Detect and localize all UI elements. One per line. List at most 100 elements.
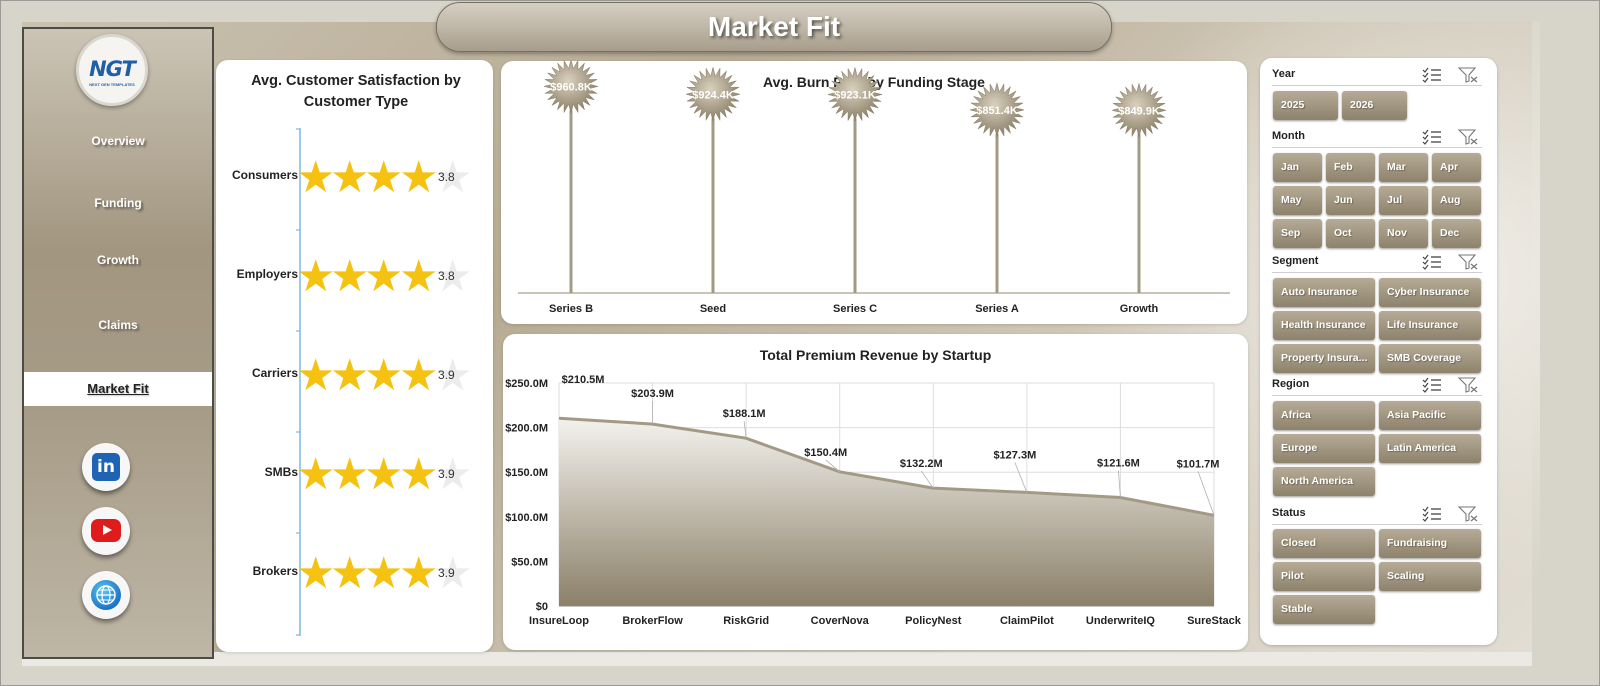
website-button[interactable] <box>82 571 130 619</box>
slicer-option[interactable]: Nov <box>1379 219 1428 248</box>
burn-category-label: Seed <box>700 303 726 315</box>
slicer-option[interactable]: Fundraising <box>1379 529 1481 558</box>
ngt-logo[interactable]: NGT NEXT GEN TEMPLATES <box>76 34 148 106</box>
slicer-option[interactable]: Dec <box>1432 219 1481 248</box>
globe-icon <box>91 580 121 610</box>
slicer-header: Region <box>1272 374 1482 396</box>
nav-growth[interactable]: Growth <box>24 243 212 277</box>
slicer-header: Segment <box>1272 251 1482 273</box>
clear-filter-icon[interactable] <box>1457 506 1478 522</box>
rating-value: 3.9 <box>438 467 455 481</box>
slicer-option[interactable]: Jan <box>1273 153 1322 182</box>
page-title: Market Fit <box>707 11 841 42</box>
clear-filter-icon[interactable] <box>1457 377 1478 393</box>
burn-category-label: Series B <box>549 303 593 315</box>
revenue-category-label: ClaimPilot <box>1000 615 1054 627</box>
slicer-option[interactable]: SMB Coverage <box>1379 344 1481 373</box>
slicer-option[interactable]: Closed <box>1273 529 1375 558</box>
burn-data-label: $851.4K <box>976 105 1018 117</box>
burn-category-label: Series A <box>975 303 1019 315</box>
burn-data-label: $924.4K <box>692 89 734 101</box>
nav-claims[interactable]: Claims <box>24 308 212 342</box>
revenue-card: Total Premium Revenue by Startup $0 $50.0… <box>503 334 1248 650</box>
revenue-data-label: $101.7M <box>1177 458 1220 470</box>
rating-value: 3.9 <box>438 368 455 382</box>
slicer-label: Segment <box>1272 255 1319 267</box>
slicer-option[interactable]: Sep <box>1273 219 1322 248</box>
multi-select-icon[interactable] <box>1422 254 1442 270</box>
slicer-option[interactable]: Mar <box>1379 153 1428 182</box>
burn-category-label: Series C <box>833 303 877 315</box>
rating-row: Employers ★ ★ ★ ★ ★ 3.8 <box>216 254 496 304</box>
youtube-icon <box>91 519 121 542</box>
burn-rate-chart: $960.8K Series B $924.4K Seed $923.1K Series … <box>518 61 1230 315</box>
leader-line <box>1197 471 1215 516</box>
slicer-option[interactable]: Asia Pacific <box>1379 401 1481 430</box>
slicer-header: Month <box>1272 126 1482 148</box>
nav-funding[interactable]: Funding <box>24 186 212 220</box>
slicer-option[interactable]: Pilot <box>1273 562 1375 591</box>
nav-market-fit[interactable]: Market Fit <box>24 372 212 406</box>
star-icon: ★ <box>364 251 404 302</box>
burn-data-label: $960.8K <box>550 81 592 93</box>
slicer-option[interactable]: Property Insura... <box>1273 344 1375 373</box>
bottom-band <box>22 652 1532 666</box>
burn-category-label: Growth <box>1120 303 1159 315</box>
slicer-label: Year <box>1272 68 1296 80</box>
title-banner: Market Fit <box>436 2 1112 52</box>
sidebar: NGT NEXT GEN TEMPLATES Overview Funding … <box>22 27 214 659</box>
rating-value: 3.8 <box>438 170 455 184</box>
slicer-option[interactable]: Jul <box>1379 186 1428 215</box>
slicer-option[interactable]: Africa <box>1273 401 1375 430</box>
rating-value: 3.8 <box>438 269 455 283</box>
slicer-option[interactable]: Apr <box>1432 153 1481 182</box>
slicer-option[interactable]: Oct <box>1326 219 1375 248</box>
slicer-option[interactable]: Life Insurance <box>1379 311 1481 340</box>
rating-row: SMBs ★ ★ ★ ★ ★ 3.9 <box>216 452 496 502</box>
satisfaction-title: Avg. Customer Satisfaction by Customer T… <box>251 73 461 110</box>
clear-filter-icon[interactable] <box>1457 129 1478 145</box>
slicer-option[interactable]: Feb <box>1326 153 1375 182</box>
multi-select-icon[interactable] <box>1422 506 1442 522</box>
slicer-option[interactable]: Latin America <box>1379 434 1481 463</box>
y-tick-label: $100.0M <box>505 512 548 524</box>
clear-filter-icon[interactable] <box>1457 67 1478 83</box>
rating-label: Brokers <box>252 564 298 578</box>
revenue-category-label: BrokerFlow <box>622 615 683 627</box>
slicer-label: Status <box>1272 507 1306 519</box>
slicer-option[interactable]: Cyber Insurance <box>1379 278 1481 307</box>
slicer-option[interactable]: Europe <box>1273 434 1375 463</box>
revenue-data-label: $121.6M <box>1097 458 1140 470</box>
multi-select-icon[interactable] <box>1422 377 1442 393</box>
revenue-category-label: UnderwriteIQ <box>1086 615 1156 627</box>
youtube-button[interactable] <box>82 507 130 555</box>
y-tick-label: $200.0M <box>505 423 548 435</box>
slicer-option[interactable]: Scaling <box>1379 562 1481 591</box>
slicer-option[interactable]: May <box>1273 186 1322 215</box>
revenue-category-label: InsureLoop <box>529 615 589 627</box>
slicer-option[interactable]: Aug <box>1432 186 1481 215</box>
slicer-option[interactable]: 2025 <box>1273 91 1338 120</box>
rating-label: SMBs <box>264 465 298 479</box>
linkedin-icon: in <box>92 453 120 481</box>
revenue-data-label: $210.5M <box>562 374 605 386</box>
slicer-option[interactable]: Health Insurance <box>1273 311 1375 340</box>
slicer-option[interactable]: 2026 <box>1342 91 1407 120</box>
satisfaction-card: Avg. Customer Satisfaction by Customer T… <box>216 60 493 652</box>
rating-value: 3.9 <box>438 566 455 580</box>
revenue-chart: $0 $50.0M $100.0M $150.0M $200.0M $250.0M $210… <box>505 374 1242 627</box>
slicer-header: Year <box>1272 64 1482 86</box>
multi-select-icon[interactable] <box>1422 67 1442 83</box>
slicer-option[interactable]: North America <box>1273 467 1375 496</box>
star-icon: ★ <box>364 350 404 401</box>
rating-row: Brokers ★ ★ ★ ★ ★ 3.9 <box>216 551 496 601</box>
nav-overview[interactable]: Overview <box>24 124 212 158</box>
clear-filter-icon[interactable] <box>1457 254 1478 270</box>
linkedin-button[interactable]: in <box>82 443 130 491</box>
rating-row: Consumers ★ ★ ★ ★ ★ 3.8 <box>216 155 496 205</box>
multi-select-icon[interactable] <box>1422 129 1442 145</box>
slicer-option[interactable]: Jun <box>1326 186 1375 215</box>
slicer-option[interactable]: Auto Insurance <box>1273 278 1375 307</box>
y-tick-label: $150.0M <box>505 467 548 479</box>
slicer-option[interactable]: Stable <box>1273 595 1375 624</box>
